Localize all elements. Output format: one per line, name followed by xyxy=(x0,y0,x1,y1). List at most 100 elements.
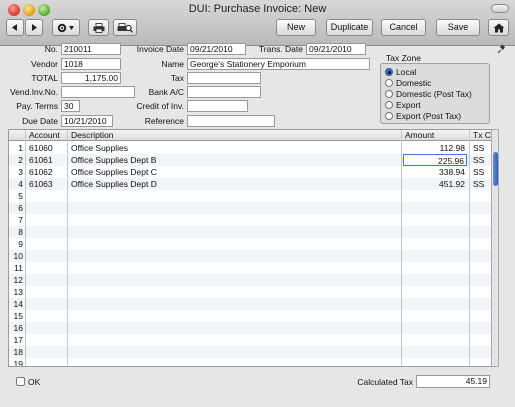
table-row[interactable]: 15 xyxy=(9,310,497,322)
table-row[interactable]: 11 xyxy=(9,262,497,274)
amount-column-header[interactable]: Amount xyxy=(403,130,434,141)
table-row[interactable]: 8 xyxy=(9,226,497,238)
total-label: TOTAL xyxy=(31,73,58,83)
cancel-button[interactable]: Cancel xyxy=(381,19,426,36)
description-cell[interactable]: Office Supplies Dept C xyxy=(71,166,401,178)
amount-cell[interactable]: 338.94 xyxy=(403,166,467,178)
description-column-header[interactable]: Description xyxy=(69,130,114,141)
title-bar: DUI: Purchase Invoice: New New Duplicate… xyxy=(0,0,515,46)
description-cell[interactable]: Office Supplies xyxy=(71,142,401,154)
row-number-cell: 2 xyxy=(18,155,23,165)
previous-record-button[interactable] xyxy=(6,19,24,36)
reference-field[interactable] xyxy=(187,115,275,127)
tax-field[interactable] xyxy=(187,72,261,84)
amount-cell[interactable]: 451.92 xyxy=(403,178,467,190)
row-number-cell: 12 xyxy=(13,275,23,285)
tax-zone-option-domestic-post-tax[interactable]: Domestic (Post Tax) xyxy=(385,89,472,100)
no-label: No. xyxy=(44,44,58,54)
ok-checkbox[interactable] xyxy=(16,377,25,386)
account-column-header[interactable]: Account xyxy=(27,130,60,141)
save-button[interactable]: Save xyxy=(436,19,480,36)
account-cell[interactable]: 61063 xyxy=(29,178,67,190)
print-preview-button[interactable] xyxy=(113,19,137,36)
table-row[interactable]: 2 61061 Office Supplies Dept B 225.96 SS xyxy=(9,154,497,166)
total-field[interactable]: 1,175.00 xyxy=(61,72,121,84)
row-number-cell: 1 xyxy=(18,143,23,153)
column-divider xyxy=(25,130,26,366)
column-divider xyxy=(401,130,402,366)
row-number-cell: 5 xyxy=(18,191,23,201)
pin-icon[interactable] xyxy=(496,44,506,54)
print-button[interactable] xyxy=(88,19,109,36)
table-row[interactable]: 3 61062 Office Supplies Dept C 338.94 SS xyxy=(9,166,497,178)
vendor-field[interactable]: 1018 xyxy=(61,58,121,70)
row-number-cell: 11 xyxy=(14,263,23,273)
tax-zone-option-export[interactable]: Export xyxy=(385,100,421,111)
table-row[interactable]: 12 xyxy=(9,274,497,286)
bank-account-field[interactable] xyxy=(187,86,261,98)
row-number-cell: 8 xyxy=(18,227,23,237)
invoice-number-field[interactable]: 210011 xyxy=(61,43,121,55)
invoice-rows-grid[interactable]: Account Description Amount Tx Cd 1 61060 O… xyxy=(8,129,498,367)
account-cell[interactable]: 61061 xyxy=(29,154,67,166)
transaction-date-field[interactable]: 09/21/2010 xyxy=(306,43,366,55)
description-cell[interactable]: Office Supplies Dept B xyxy=(71,154,401,166)
table-row[interactable]: 10 xyxy=(9,250,497,262)
ok-checkbox-row[interactable]: OK xyxy=(16,377,40,388)
table-row[interactable]: 19 xyxy=(9,358,497,366)
calculated-tax-field[interactable]: 45.19 xyxy=(416,375,490,388)
tax-zone-option-export-post-tax[interactable]: Export (Post Tax) xyxy=(385,111,461,122)
amount-cell[interactable]: 225.96 xyxy=(403,154,467,166)
tax-zone-option-local[interactable]: Local xyxy=(385,67,416,78)
row-number-cell: 18 xyxy=(13,347,23,357)
radio-icon xyxy=(385,112,393,120)
tax-zone-option-domestic[interactable]: Domestic xyxy=(385,78,431,89)
reference-label: Reference xyxy=(144,116,184,126)
table-row[interactable]: 6 xyxy=(9,202,497,214)
table-row[interactable]: 4 61063 Office Supplies Dept D 451.92 SS xyxy=(9,178,497,190)
scrollbar-thumb[interactable] xyxy=(493,152,498,186)
row-number-cell: 13 xyxy=(13,287,23,297)
due-date-label: Due Date xyxy=(22,116,58,126)
row-number-cell: 3 xyxy=(18,167,23,177)
table-row[interactable]: 1 61060 Office Supplies 112.98 SS xyxy=(9,142,497,154)
pay-terms-field[interactable]: 30 xyxy=(61,100,80,112)
home-icon xyxy=(493,23,504,33)
new-button[interactable]: New xyxy=(276,19,316,36)
operations-menu-button[interactable] xyxy=(52,19,80,36)
purchase-invoice-window: DUI: Purchase Invoice: New New Duplicate… xyxy=(0,0,515,407)
invoice-date-label: Invoice Date xyxy=(136,44,184,54)
row-number-cell: 15 xyxy=(13,311,23,321)
radio-icon xyxy=(385,101,393,109)
account-cell[interactable]: 61062 xyxy=(29,166,67,178)
table-row[interactable]: 9 xyxy=(9,238,497,250)
amount-cell[interactable]: 112.98 xyxy=(403,142,467,154)
table-row[interactable]: 13 xyxy=(9,286,497,298)
next-record-button[interactable] xyxy=(25,19,43,36)
row-number-cell: 4 xyxy=(18,179,23,189)
due-date-field[interactable]: 10/21/2010 xyxy=(61,115,113,127)
home-button[interactable] xyxy=(488,19,509,36)
credit-of-inv-label: Credit of Inv. xyxy=(136,101,184,111)
account-cell[interactable]: 61060 xyxy=(29,142,67,154)
table-row[interactable]: 18 xyxy=(9,346,497,358)
table-row[interactable]: 17 xyxy=(9,334,497,346)
vend-inv-no-label: Vend.Inv.No. xyxy=(9,87,58,97)
table-row[interactable]: 16 xyxy=(9,322,497,334)
toolbar-toggle-button[interactable] xyxy=(491,4,509,13)
vendor-name-field[interactable]: George's Stationery Emporium xyxy=(187,58,370,70)
print-preview-icon xyxy=(117,23,133,33)
row-number-cell: 10 xyxy=(13,251,23,261)
grid-scrollbar[interactable] xyxy=(491,129,499,367)
printer-icon xyxy=(93,23,104,33)
table-row[interactable]: 7 xyxy=(9,214,497,226)
table-row[interactable]: 14 xyxy=(9,298,497,310)
vendor-invoice-number-field[interactable] xyxy=(61,86,135,98)
duplicate-button[interactable]: Duplicate xyxy=(326,19,373,36)
description-cell[interactable]: Office Supplies Dept D xyxy=(71,178,401,190)
invoice-date-field[interactable]: 09/21/2010 xyxy=(187,43,246,55)
credit-of-invoice-field[interactable] xyxy=(187,100,248,112)
gear-icon xyxy=(57,23,74,33)
row-number-cell: 6 xyxy=(18,203,23,213)
table-row[interactable]: 5 xyxy=(9,190,497,202)
